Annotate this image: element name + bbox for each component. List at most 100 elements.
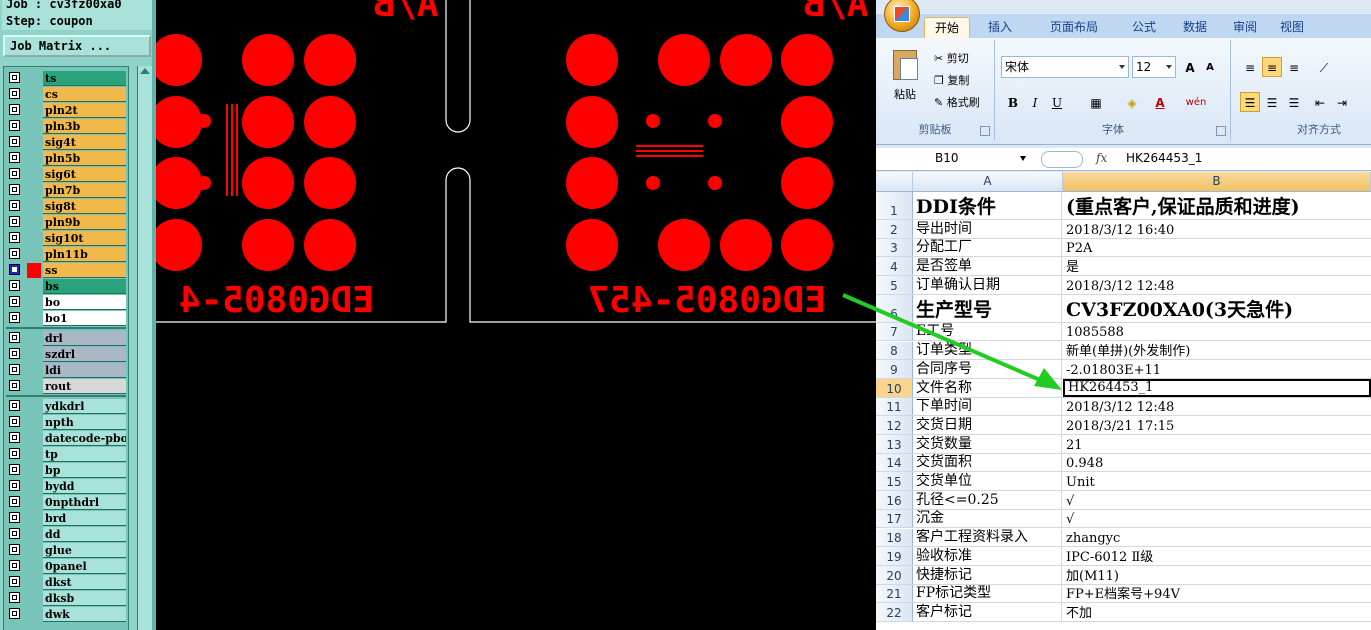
- layer-row-ss[interactable]: ss: [6, 263, 126, 278]
- layer-checkbox[interactable]: [9, 312, 20, 323]
- row-header[interactable]: 11: [876, 397, 913, 416]
- row-header[interactable]: 8: [876, 341, 913, 360]
- cell-b[interactable]: √: [1063, 510, 1371, 527]
- font-size-combo[interactable]: 12: [1132, 56, 1176, 78]
- cell-a[interactable]: 订单确认日期: [914, 276, 1062, 294]
- layer-checkbox[interactable]: [9, 184, 20, 195]
- cell-a[interactable]: 文件名称: [914, 378, 1062, 397]
- layer-row-sig8t[interactable]: sig8t: [6, 199, 126, 214]
- row-header[interactable]: 10: [876, 378, 913, 397]
- layer-row-glue[interactable]: glue: [6, 543, 126, 558]
- ribbon-tab-1[interactable]: 插入: [976, 17, 1024, 38]
- layer-name[interactable]: pln3b: [43, 119, 126, 134]
- row-header[interactable]: 21: [876, 584, 913, 603]
- layer-checkbox[interactable]: [9, 400, 20, 411]
- layer-name[interactable]: sig6t: [43, 167, 126, 182]
- layer-checkbox[interactable]: [9, 296, 20, 307]
- borders-button[interactable]: ▦: [1086, 92, 1106, 112]
- row-header[interactable]: 17: [876, 509, 913, 528]
- layer-row-ts[interactable]: ts: [6, 71, 126, 86]
- cell-b[interactable]: FP+E档案号+94V: [1063, 585, 1371, 602]
- layer-row-cs[interactable]: cs: [6, 87, 126, 102]
- row-header[interactable]: 5: [876, 276, 913, 294]
- layer-name[interactable]: glue: [43, 543, 126, 558]
- layer-row-pln2t[interactable]: pln2t: [6, 103, 126, 118]
- cell-b[interactable]: Unit: [1063, 472, 1371, 490]
- row-header[interactable]: 15: [876, 472, 913, 491]
- cell-a[interactable]: 客户工程资料录入: [914, 528, 1062, 547]
- layer-checkbox[interactable]: [9, 480, 20, 491]
- font-name-combo[interactable]: 宋体: [1001, 56, 1129, 78]
- row-header[interactable]: 19: [876, 547, 913, 565]
- fill-color-button[interactable]: ◈: [1122, 92, 1142, 112]
- layer-row-ldi[interactable]: ldi: [6, 363, 126, 378]
- row-header[interactable]: 1: [876, 192, 913, 219]
- row-header[interactable]: 3: [876, 238, 913, 257]
- clipboard-dialog-launcher-icon[interactable]: [980, 126, 990, 136]
- cell-b[interactable]: 不加: [1063, 603, 1371, 621]
- cut-button[interactable]: ✂ 剪切: [934, 50, 969, 66]
- cell-b[interactable]: 2018/3/12 12:48: [1063, 398, 1371, 415]
- layer-name[interactable]: dwk: [43, 607, 126, 622]
- phonetic-button[interactable]: wén: [1178, 92, 1214, 112]
- increase-indent-button[interactable]: ⇥: [1332, 92, 1352, 112]
- bold-button[interactable]: B: [1003, 92, 1023, 112]
- layer-row-dksb[interactable]: dksb: [6, 591, 126, 606]
- column-header-a[interactable]: A: [913, 172, 1063, 191]
- row-header[interactable]: 16: [876, 491, 913, 509]
- layer-name[interactable]: ydkdrl: [43, 399, 126, 414]
- format-painter-button[interactable]: ✎ 格式刷: [934, 94, 980, 110]
- layer-checkbox[interactable]: [9, 332, 20, 343]
- layer-name[interactable]: sig10t: [43, 231, 126, 246]
- layer-row-npth[interactable]: npth: [6, 415, 126, 430]
- chevron-down-icon[interactable]: [1020, 156, 1026, 161]
- cell-a[interactable]: 交货日期: [914, 416, 1062, 434]
- layer-checkbox[interactable]: [9, 608, 20, 619]
- ribbon-tab-3[interactable]: 公式: [1122, 17, 1166, 38]
- cell-a[interactable]: 下单时间: [914, 397, 1062, 416]
- layer-name[interactable]: pln7b: [43, 183, 126, 198]
- cell-a[interactable]: 订单类型: [914, 341, 1062, 360]
- cell-a[interactable]: DDI条件: [914, 192, 1062, 219]
- layer-name[interactable]: npth: [43, 415, 126, 430]
- row-header[interactable]: 13: [876, 435, 913, 453]
- shrink-font-button[interactable]: A: [1200, 57, 1220, 77]
- cell-b[interactable]: 2018/3/12 16:40: [1063, 220, 1371, 238]
- row-header[interactable]: 4: [876, 257, 913, 276]
- cell-b[interactable]: 新单(单拼)(外发制作): [1063, 342, 1371, 359]
- scroll-up-icon[interactable]: [140, 68, 150, 74]
- layer-row-brd[interactable]: brd: [6, 511, 126, 526]
- layer-name[interactable]: ss: [43, 263, 126, 278]
- name-box[interactable]: B10: [880, 149, 1030, 168]
- layer-row-dd[interactable]: dd: [6, 527, 126, 542]
- cell-b[interactable]: 2018/3/21 17:15: [1063, 416, 1371, 434]
- paste-button[interactable]: 粘贴: [894, 86, 916, 102]
- layer-checkbox[interactable]: [9, 348, 20, 359]
- ribbon-tab-5[interactable]: 审阅: [1224, 17, 1266, 38]
- cell-b[interactable]: 0.948: [1063, 454, 1371, 471]
- layer-row-sig4t[interactable]: sig4t: [6, 135, 126, 150]
- layer-checkbox[interactable]: [9, 72, 20, 83]
- cell-b[interactable]: 2018/3/12 12:48: [1063, 276, 1371, 294]
- cell-a[interactable]: 交货数量: [914, 435, 1062, 453]
- layer-checkbox[interactable]: [9, 544, 20, 555]
- cell-a[interactable]: 交货面积: [914, 453, 1062, 472]
- cell-b[interactable]: P2A: [1063, 239, 1371, 256]
- layer-row-bo[interactable]: bo: [6, 295, 126, 310]
- layer-row-sig6t[interactable]: sig6t: [6, 167, 126, 182]
- row-header[interactable]: 9: [876, 360, 913, 378]
- cell-a[interactable]: 分配工厂: [914, 238, 1062, 257]
- layer-row-0npthdrl[interactable]: 0npthdrl: [6, 495, 126, 510]
- job-matrix-button[interactable]: Job Matrix ...: [3, 35, 151, 57]
- ribbon-tab-0[interactable]: 开始: [924, 17, 970, 39]
- row-header[interactable]: 20: [876, 565, 913, 584]
- row-header[interactable]: 7: [876, 322, 913, 341]
- layer-checkbox[interactable]: [9, 528, 20, 539]
- layer-name[interactable]: brd: [43, 511, 126, 526]
- cell-a[interactable]: 验收标准: [914, 547, 1062, 565]
- cell-b[interactable]: 加(M11): [1063, 566, 1371, 584]
- layer-row-pln5b[interactable]: pln5b: [6, 151, 126, 166]
- insert-function-button[interactable]: fx: [1096, 149, 1107, 168]
- align-left-button[interactable]: ☰: [1240, 92, 1260, 112]
- grow-font-button[interactable]: A: [1180, 57, 1200, 77]
